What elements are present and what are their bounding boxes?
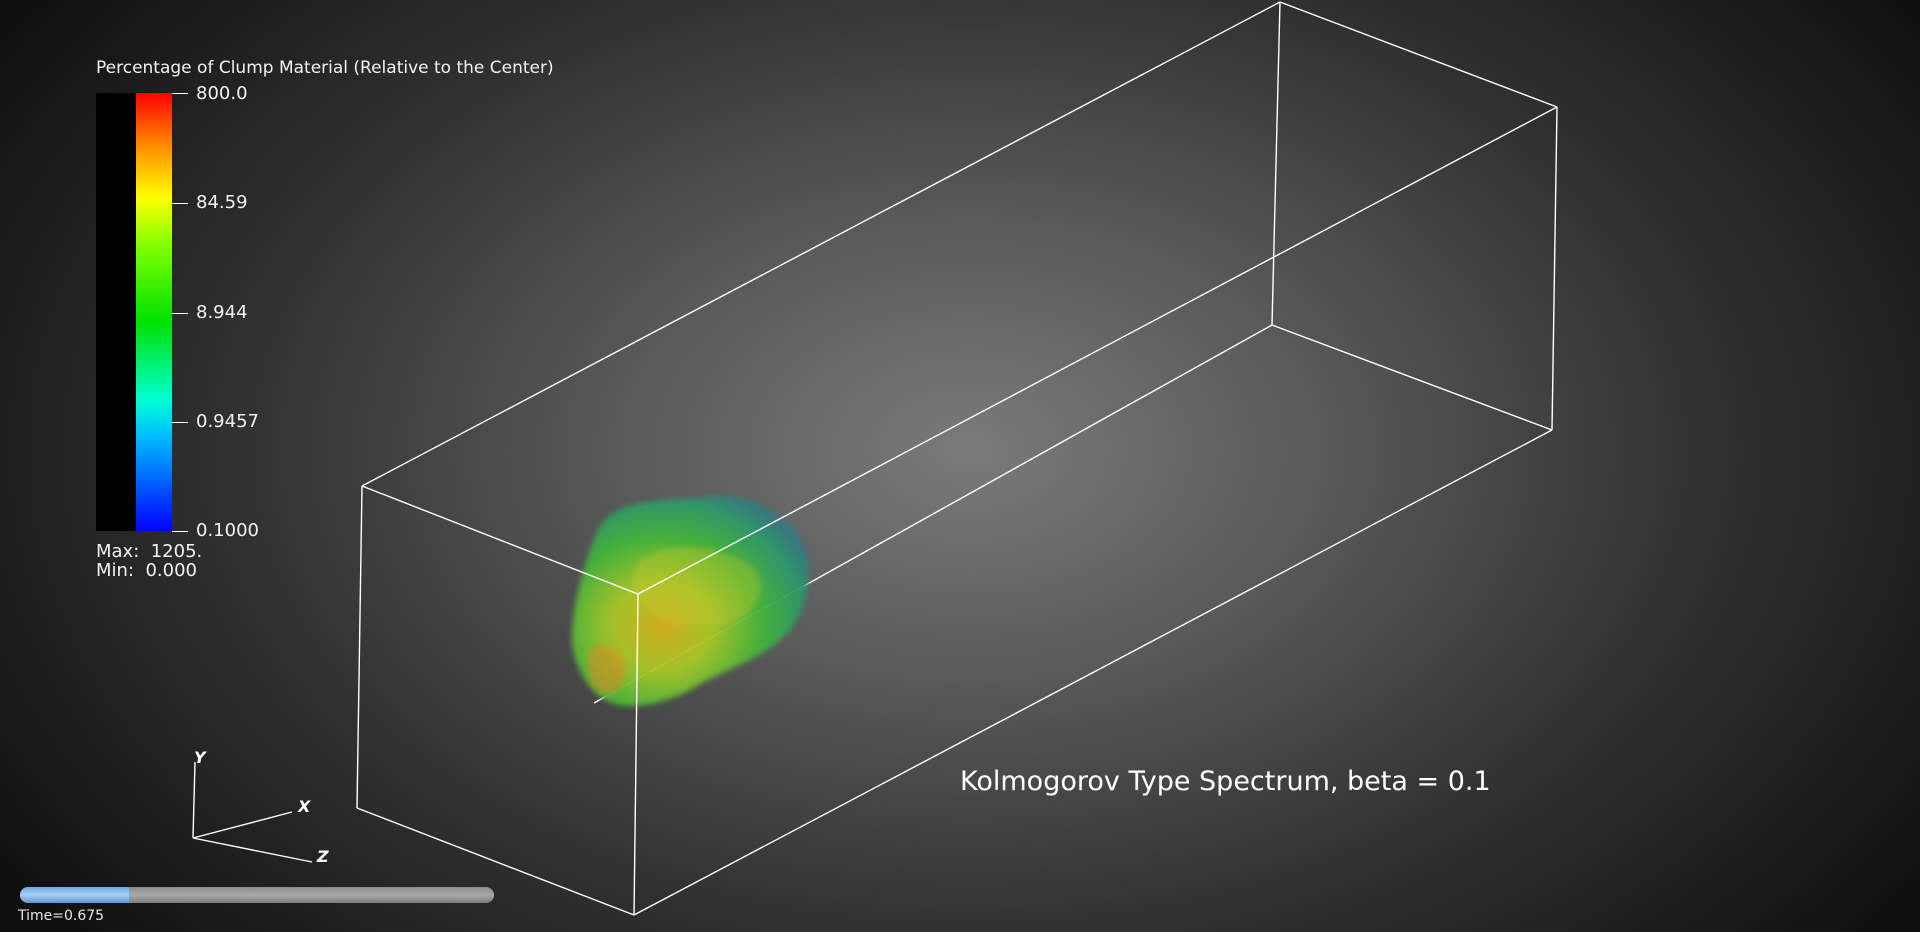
color-bar xyxy=(136,93,172,531)
legend-tick xyxy=(172,422,188,423)
legend-tick-label: 0.1000 xyxy=(196,520,259,541)
clump-volume-icon xyxy=(571,495,809,707)
legend-tick-label: 0.9457 xyxy=(196,411,259,432)
legend-tick-label: 84.59 xyxy=(196,192,248,213)
legend-tick xyxy=(172,531,188,532)
legend-max: Max: 1205. xyxy=(96,541,203,562)
axis-x-label: X xyxy=(297,797,311,816)
legend-tick xyxy=(172,93,188,94)
axis-y-label: Y xyxy=(194,748,207,767)
legend-tick-label: 800.0 xyxy=(196,83,248,104)
opacity-ramp xyxy=(96,93,136,531)
time-slider-fill[interactable] xyxy=(20,887,129,903)
legend-tick xyxy=(172,203,188,204)
time-label: Time=0.675 xyxy=(18,908,105,924)
axis-z-label: Z xyxy=(316,847,329,866)
orientation-axes xyxy=(192,761,313,863)
spectrum-caption: Kolmogorov Type Spectrum, beta = 0.1 xyxy=(960,766,1491,797)
legend-min: Min: 0.000 xyxy=(96,560,197,581)
legend-tick xyxy=(172,313,188,314)
legend-tick-label: 8.944 xyxy=(196,302,248,323)
legend-title: Percentage of Clump Material (Relative t… xyxy=(96,58,554,78)
